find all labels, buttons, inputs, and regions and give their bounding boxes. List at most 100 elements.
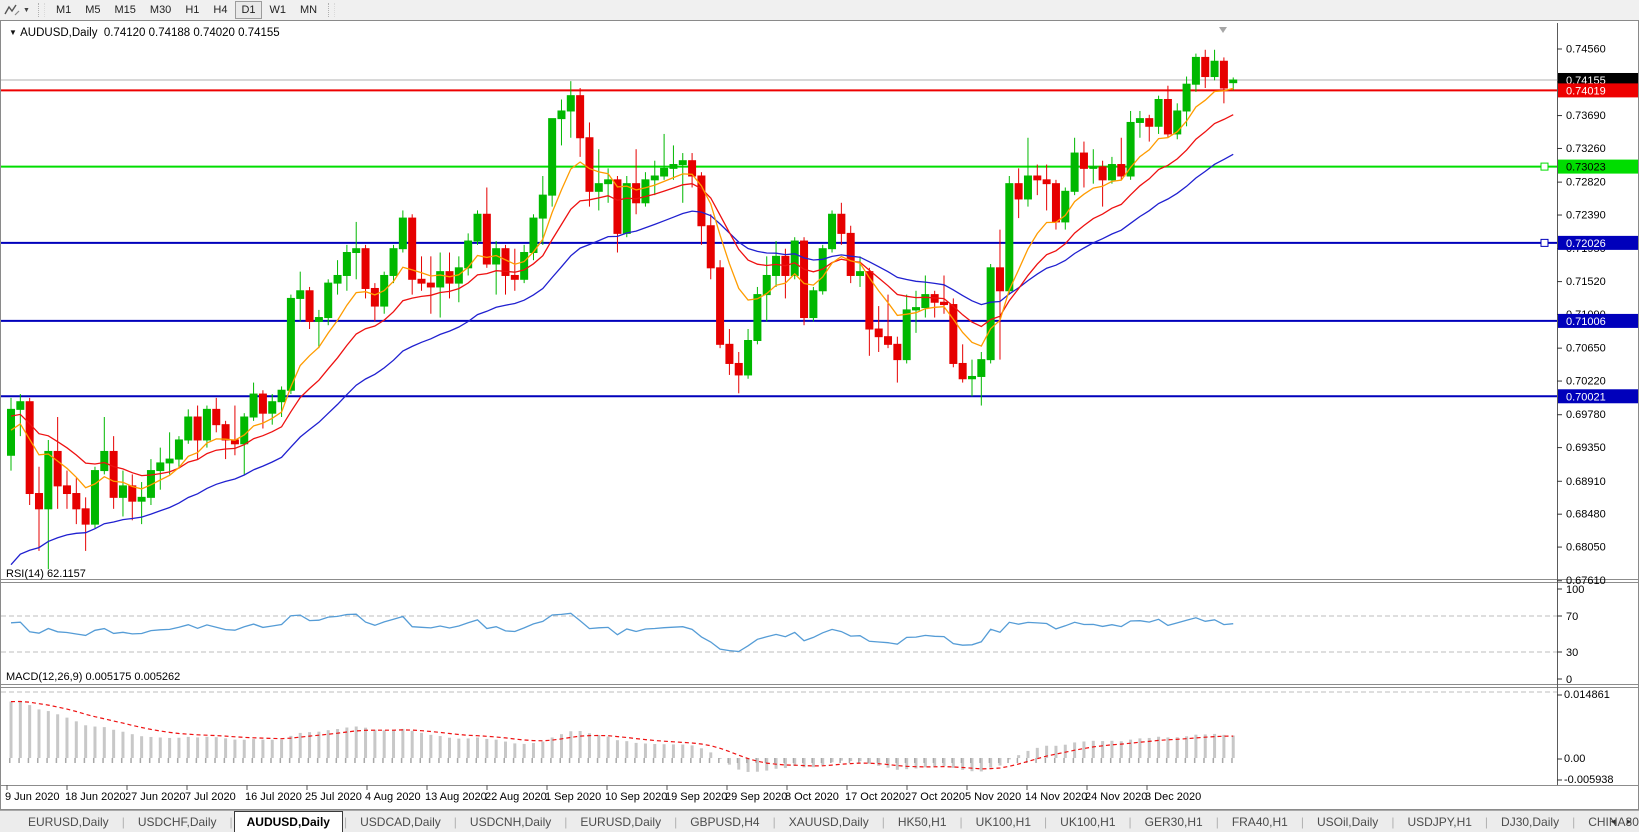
date-tick-label: 19 Sep 2020 bbox=[665, 791, 727, 803]
candle-body bbox=[62, 485, 71, 495]
date-tick-label: 18 Jun 2020 bbox=[65, 791, 126, 803]
tab-audusd-daily[interactable]: AUDUSD,Daily bbox=[233, 811, 343, 832]
price-badge-label: 0.72026 bbox=[1566, 238, 1606, 250]
candle-body bbox=[1033, 175, 1042, 181]
timeframe-button-m5[interactable]: M5 bbox=[79, 1, 106, 19]
candle-body bbox=[1191, 56, 1200, 85]
tab-gbpusd-h4[interactable]: GBPUSD,H4 bbox=[678, 811, 771, 832]
price-tick-label: 0.70220 bbox=[1566, 376, 1606, 388]
chart-tools-button[interactable]: ▼ bbox=[0, 0, 34, 20]
rsi-scale-label: 0 bbox=[1566, 674, 1572, 686]
date-tick-label: 7 Jul 2020 bbox=[185, 791, 236, 803]
candle-body bbox=[240, 416, 249, 445]
candle-body bbox=[949, 304, 958, 364]
date-tick-label: 4 Aug 2020 bbox=[365, 791, 421, 803]
price-badge-label: 0.71006 bbox=[1566, 316, 1606, 328]
tab-usdcnh-daily[interactable]: USDCNH,Daily bbox=[458, 811, 563, 832]
dropdown-arrow-icon[interactable]: ▼ bbox=[23, 7, 30, 14]
candle-body bbox=[632, 183, 641, 204]
candle-body bbox=[72, 493, 81, 510]
candle-body bbox=[800, 240, 809, 319]
candle-body bbox=[1117, 164, 1126, 177]
tab-uk100-h1[interactable]: UK100,H1 bbox=[1048, 811, 1127, 832]
candle-body bbox=[846, 232, 855, 276]
candle-body bbox=[1229, 79, 1238, 84]
candle-body bbox=[165, 458, 174, 464]
macd-scale-label: 0.00 bbox=[1564, 753, 1585, 765]
candle-body bbox=[417, 278, 426, 284]
price-tick-label: 0.69350 bbox=[1566, 442, 1606, 454]
candle-body bbox=[389, 248, 398, 276]
tab-uk100-h1[interactable]: UK100,H1 bbox=[964, 811, 1043, 832]
tab-fra40-h1[interactable]: FRA40,H1 bbox=[1220, 811, 1300, 832]
tab-ger30-h1[interactable]: GER30,H1 bbox=[1133, 811, 1215, 832]
candle-body bbox=[296, 290, 305, 299]
candle-body bbox=[1079, 152, 1088, 169]
tab-usoil-daily[interactable]: USOil,Daily bbox=[1305, 811, 1390, 832]
candle-body bbox=[594, 183, 603, 192]
price-tick-label: 0.73690 bbox=[1566, 110, 1606, 122]
candle-body bbox=[305, 290, 314, 322]
chart-canvas[interactable]: 0.745600.741300.736900.732600.728200.723… bbox=[1, 21, 1638, 809]
candle-body bbox=[333, 274, 342, 284]
price-tick-label: 0.74560 bbox=[1566, 44, 1606, 56]
tab-dj30-daily[interactable]: DJ30,Daily bbox=[1489, 811, 1571, 832]
candle-body bbox=[398, 217, 407, 250]
candle-body bbox=[174, 439, 183, 460]
candle-body bbox=[34, 493, 43, 510]
candle-body bbox=[828, 213, 837, 250]
rsi-scale-label: 30 bbox=[1566, 647, 1578, 659]
tab-usdchf-daily[interactable]: USDCHF,Daily bbox=[126, 811, 229, 832]
candle-body bbox=[566, 95, 575, 112]
candle-body bbox=[1210, 60, 1219, 78]
date-tick-label: 16 Jul 2020 bbox=[245, 791, 302, 803]
mt4-window: ▼ M1M5M15M30H1H4D1W1MN 0.745600.741300.7… bbox=[0, 0, 1639, 832]
candle-body bbox=[660, 167, 669, 177]
support-line-green-handle[interactable] bbox=[1540, 162, 1549, 171]
price-tick-label: 0.71520 bbox=[1566, 276, 1606, 288]
timeframe-button-h1[interactable]: H1 bbox=[179, 1, 205, 19]
price-tick-label: 0.70650 bbox=[1566, 343, 1606, 355]
candle-body bbox=[706, 225, 715, 269]
rsi-line bbox=[10, 612, 1234, 653]
candle-body bbox=[128, 485, 137, 502]
candle-body bbox=[585, 137, 594, 192]
timeframe-button-w1[interactable]: W1 bbox=[264, 1, 293, 19]
price-tick-label: 0.68050 bbox=[1566, 542, 1606, 554]
timeframe-button-d1[interactable]: D1 bbox=[235, 1, 262, 19]
tab-scroll-right-button[interactable]: ► bbox=[1625, 817, 1633, 826]
timeframe-button-m1[interactable]: M1 bbox=[50, 1, 77, 19]
tab-xauusd-daily[interactable]: XAUUSD,Daily bbox=[777, 811, 881, 832]
rsi-scale-label: 70 bbox=[1566, 611, 1578, 623]
tab-scroll-left-button[interactable]: ◄ bbox=[1609, 817, 1617, 826]
tab-usdjpy-h1[interactable]: USDJPY,H1 bbox=[1395, 811, 1483, 832]
candle-body bbox=[856, 271, 865, 276]
timeframe-button-m30[interactable]: M30 bbox=[144, 1, 177, 19]
price-tick-label: 0.68910 bbox=[1566, 476, 1606, 488]
timeframe-button-m15[interactable]: M15 bbox=[109, 1, 142, 19]
line-studies-icon bbox=[4, 4, 20, 16]
candle-body bbox=[100, 450, 109, 472]
macd-scale-label: 0.014861 bbox=[1564, 689, 1610, 701]
tab-eurusd-daily[interactable]: EURUSD,Daily bbox=[568, 811, 673, 832]
candle-body bbox=[650, 175, 659, 181]
date-tick-label: 9 Jun 2020 bbox=[5, 791, 59, 803]
tab-usdcad-daily[interactable]: USDCAD,Daily bbox=[348, 811, 453, 832]
price-badge-label: 0.74019 bbox=[1566, 85, 1606, 97]
timeframe-button-mn[interactable]: MN bbox=[294, 1, 323, 19]
date-tick-label: 27 Oct 2020 bbox=[905, 791, 965, 803]
chart-window: 0.745600.741300.736900.732600.728200.723… bbox=[0, 20, 1639, 810]
candle-body bbox=[809, 290, 818, 319]
timeframe-button-h4[interactable]: H4 bbox=[207, 1, 233, 19]
candle-body bbox=[921, 294, 930, 309]
tab-eurusd-daily[interactable]: EURUSD,Daily bbox=[16, 811, 121, 832]
candle-body bbox=[977, 359, 986, 377]
date-tick-label: 14 Nov 2020 bbox=[1025, 791, 1087, 803]
tab-hk50-h1[interactable]: HK50,H1 bbox=[886, 811, 959, 832]
support-line-blue-1-handle[interactable] bbox=[1540, 238, 1549, 247]
date-tick-label: 29 Sep 2020 bbox=[725, 791, 787, 803]
date-tick-label: 5 Nov 2020 bbox=[965, 791, 1021, 803]
candle-body bbox=[44, 450, 53, 510]
candle-body bbox=[352, 248, 361, 254]
candle-body bbox=[1219, 60, 1228, 89]
